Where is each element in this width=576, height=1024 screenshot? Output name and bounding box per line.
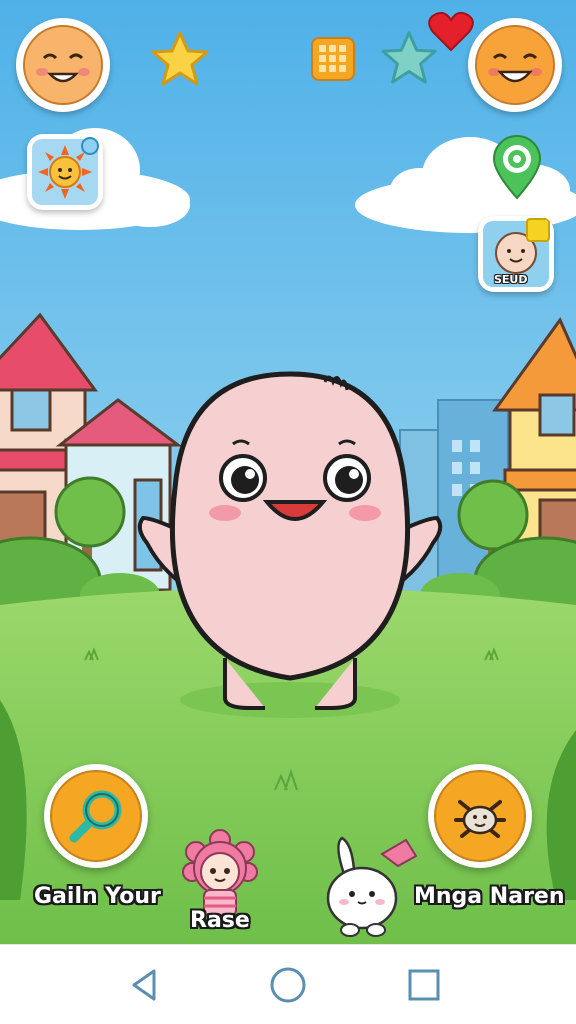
right-action-label: Mnga Naren <box>414 884 565 909</box>
home-circle-icon <box>270 967 306 1003</box>
nav-back-button[interactable] <box>122 963 166 1007</box>
game-scene: SEUD Gailn Your Mnga Naren Rase <box>0 0 576 944</box>
magnifier-icon <box>50 770 142 862</box>
nav-home-button[interactable] <box>266 963 310 1007</box>
badge-label: SEUD <box>494 273 528 286</box>
system-navigation-bar <box>0 944 576 1024</box>
center-pet-label: Rase <box>190 908 250 933</box>
back-triangle-icon <box>132 969 156 1001</box>
heart-icon[interactable] <box>428 10 474 52</box>
location-pin-icon[interactable] <box>490 134 544 200</box>
notification-badge <box>526 218 550 242</box>
search-action-button[interactable] <box>44 764 148 868</box>
balloon-icon <box>81 137 99 155</box>
smiling-face-icon <box>23 25 103 105</box>
pet-character[interactable] <box>125 368 455 718</box>
laughing-face-icon <box>475 25 555 105</box>
profile-badge-button[interactable]: SEUD <box>478 216 554 292</box>
bunny-pet-icon[interactable] <box>320 834 420 938</box>
friend-avatar-button[interactable] <box>468 18 562 112</box>
bug-action-button[interactable] <box>428 764 532 868</box>
player-avatar-button[interactable] <box>16 18 110 112</box>
left-action-label: Gailn Your <box>34 884 161 909</box>
recents-square-icon <box>408 969 440 1001</box>
star-icon[interactable] <box>150 30 210 88</box>
weather-tile-button[interactable] <box>27 134 103 210</box>
doll-pet-icon[interactable] <box>178 826 262 918</box>
calendar-grid-icon[interactable] <box>311 37 355 81</box>
nav-recents-button[interactable] <box>402 963 446 1007</box>
bug-icon <box>434 770 526 862</box>
